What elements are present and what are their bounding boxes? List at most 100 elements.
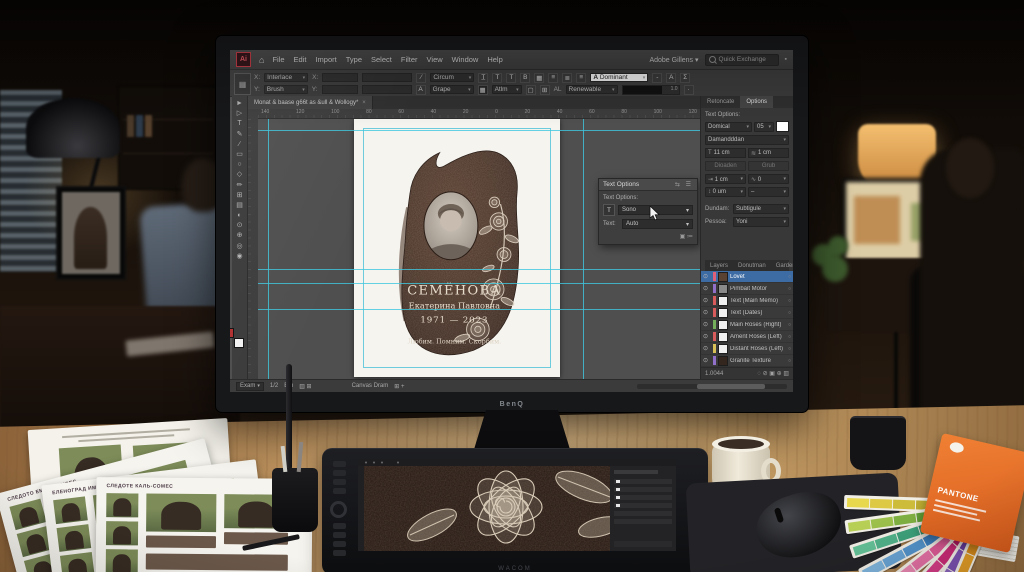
color-swatch[interactable] <box>776 121 789 132</box>
horizontal-scrollbar[interactable] <box>637 384 787 389</box>
layer-target-icon[interactable]: ○ <box>788 358 791 364</box>
anchor-a-icon[interactable]: A <box>416 85 426 95</box>
font-select[interactable]: A Dominant▾ <box>590 73 648 82</box>
panel-tab[interactable]: Layers <box>705 260 733 271</box>
layer-row[interactable]: ⊙ Lovet ○ <box>701 271 793 283</box>
mode-b-select[interactable]: Grape▾ <box>430 85 474 94</box>
visibility-eye-icon[interactable]: ⊙ <box>703 321 711 328</box>
frame-icon[interactable]: ▢ <box>526 85 536 95</box>
text-options-panel[interactable]: Text Options ⇆ ☰ Text Options: T Sono▾ T… <box>598 178 698 245</box>
layer-target-icon[interactable]: ○ <box>788 310 791 316</box>
stroke-swatch[interactable] <box>230 328 234 338</box>
artboard[interactable]: СЕМЁНОВА Екатерина Павловна 1971 — 2023 … <box>354 119 560 377</box>
panel-footer-icons[interactable]: ▣ ≔ <box>680 233 693 240</box>
menu-item[interactable]: Help <box>487 55 502 64</box>
grub-button[interactable]: Grub <box>748 161 789 171</box>
preset-x-select[interactable]: Interlace▾ <box>264 73 308 82</box>
pen-tool-icon[interactable]: ✎ <box>237 131 243 139</box>
document-tab[interactable]: Monat & baase g66t as &ull & Wollogy*× <box>248 96 373 109</box>
mode-a-select[interactable]: Circum▾ <box>430 73 474 82</box>
layer-row[interactable]: ⊙ Text (Main Memo) ○ <box>701 295 793 307</box>
menu-item[interactable]: File <box>272 55 284 64</box>
layer-target-icon[interactable]: ○ <box>788 334 791 340</box>
layer-target-icon[interactable]: ○ <box>788 298 791 304</box>
slash-icon[interactable]: ∕ <box>416 73 426 83</box>
scale-select[interactable]: –▾ <box>748 187 789 197</box>
align-right-icon[interactable]: ≡ <box>576 73 586 83</box>
type-small-icon[interactable]: T <box>492 73 502 83</box>
visibility-eye-icon[interactable]: ⊙ <box>703 345 711 352</box>
visibility-eye-icon[interactable]: ⊙ <box>703 297 711 304</box>
align-mode-select[interactable]: Atlm▾ <box>492 85 522 94</box>
layer-row[interactable]: ⊙ Granite Texture ○ <box>701 355 793 367</box>
sigma-icon[interactable]: Σ <box>680 73 690 83</box>
preset-y-select[interactable]: Brush▾ <box>264 85 308 94</box>
shape-tool-icon[interactable]: ◇ <box>237 171 242 179</box>
value-input-2[interactable] <box>362 85 412 94</box>
menu-item[interactable]: Filter <box>401 55 418 64</box>
visibility-eye-icon[interactable]: ⊙ <box>703 285 711 292</box>
grid-icon[interactable]: ▦ <box>534 73 544 83</box>
close-tab-icon[interactable]: × <box>362 100 366 106</box>
link-icon[interactable]: - <box>652 73 662 83</box>
hand-tool-icon[interactable]: ⊕ <box>237 232 243 240</box>
dock-style-select[interactable]: Damandddan▾ <box>705 135 789 145</box>
zoom-tool-icon[interactable]: ◎ <box>236 243 242 251</box>
scrollbar-thumb[interactable] <box>697 384 765 389</box>
y-input[interactable] <box>322 85 358 94</box>
char-a-icon[interactable]: A <box>666 73 676 83</box>
pencil-tool-icon[interactable]: ✏ <box>237 182 243 190</box>
menu-item[interactable]: Import <box>315 55 336 64</box>
dioaden-button[interactable]: Dioaden <box>705 161 746 171</box>
menu-item[interactable]: Type <box>346 55 362 64</box>
blend-tool-icon[interactable]: ◉ <box>236 253 242 261</box>
move-tool-icon[interactable]: ► <box>236 100 243 108</box>
artboard-tool-icon[interactable]: ▤ <box>236 202 243 210</box>
layer-row[interactable]: ⊙ Distant Roses (Left) ○ <box>701 343 793 355</box>
ellipse-tool-icon[interactable]: ○ <box>237 161 241 169</box>
search-input[interactable]: Quick Exchange <box>705 54 779 66</box>
tracking-select[interactable]: ⇥ 1 cm▾ <box>705 174 746 184</box>
visibility-eye-icon[interactable]: ⊙ <box>703 333 711 340</box>
align-left-icon[interactable]: ≡ <box>548 73 558 83</box>
transform-icon[interactable]: ⊞ <box>540 85 550 95</box>
pessoa-select[interactable]: Yoni▾ <box>733 217 789 227</box>
memorial-design-svg[interactable]: СЕМЁНОВА Екатерина Павловна 1971 — 2023 … <box>368 124 546 372</box>
underline-type-icon[interactable]: T̲ <box>478 73 488 83</box>
layer-target-icon[interactable]: ○ <box>788 346 791 352</box>
pattern-icon[interactable]: ▦ <box>478 85 488 95</box>
dock-footer-icons[interactable]: ◌ ⊘ ▣ ⊕ ▥ <box>757 370 789 377</box>
eyedropper-tool-icon[interactable]: ⊙ <box>237 222 243 230</box>
size-field[interactable]: T11 cm <box>705 148 746 158</box>
collapse-icon[interactable]: ▪ <box>785 56 787 63</box>
zoom-select[interactable]: Exam▾ <box>236 382 264 391</box>
home-icon[interactable]: ⌂ <box>259 55 264 65</box>
tab-options[interactable]: Options <box>740 96 773 108</box>
menu-item[interactable]: Select <box>371 55 392 64</box>
panel-tab[interactable]: Donutman <box>733 260 771 271</box>
bold-icon[interactable]: B <box>520 73 530 83</box>
more-options-icon[interactable]: · <box>684 85 694 95</box>
value-input-1[interactable] <box>362 73 412 82</box>
menu-item[interactable]: Edit <box>294 55 307 64</box>
type-tool-icon[interactable]: T <box>237 120 241 128</box>
layer-target-icon[interactable]: ○ <box>788 274 791 280</box>
reference-point-icon[interactable]: ▦ <box>234 73 251 95</box>
status-icons-right[interactable]: ⊞ + <box>394 383 404 390</box>
align-center-icon[interactable]: ≣ <box>562 73 572 83</box>
layer-row[interactable]: ⊙ Pimbait Motor ○ <box>701 283 793 295</box>
status-icons-left[interactable]: ▥ ⊞ <box>299 383 311 390</box>
dock-size-select[interactable]: 05▾ <box>754 122 774 132</box>
rectangle-tool-icon[interactable]: ▭ <box>236 151 243 159</box>
layer-target-icon[interactable]: ○ <box>788 322 791 328</box>
dock-font-select[interactable]: Domical▾ <box>705 122 752 132</box>
layer-row[interactable]: ⊙ Ament Roses (Left) ○ <box>701 331 793 343</box>
direct-selection-tool-icon[interactable]: ▷ <box>237 110 242 118</box>
leading-field[interactable]: ≋1 cm <box>748 148 789 158</box>
type-caps-icon[interactable]: T <box>506 73 516 83</box>
layer-row[interactable]: ⊙ Text (Dates) ○ <box>701 307 793 319</box>
visibility-eye-icon[interactable]: ⊙ <box>703 273 711 280</box>
shift-select[interactable]: ↕ 0 um▾ <box>705 187 746 197</box>
panel-menu-icons[interactable]: ⇆ ☰ <box>675 181 693 188</box>
visibility-eye-icon[interactable]: ⊙ <box>703 309 711 316</box>
